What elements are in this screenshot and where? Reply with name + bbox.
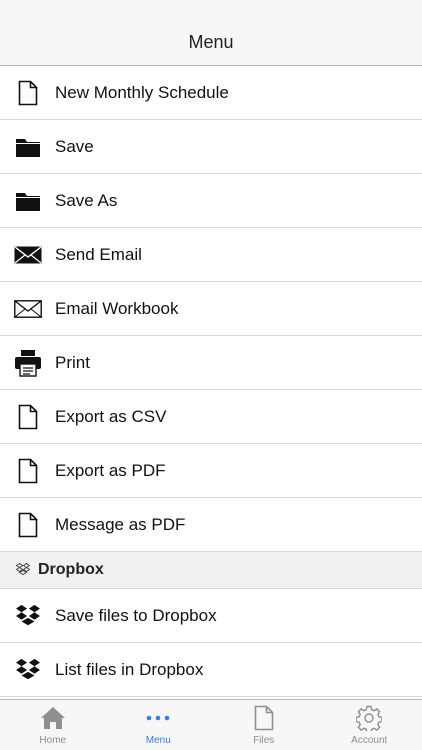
menu-item-save-to-dropbox[interactable]: Save files to Dropbox (0, 589, 422, 643)
menu-item-message-pdf[interactable]: Message as PDF (0, 498, 422, 552)
envelope-filled-icon (14, 241, 42, 269)
menu-item-label: Export as PDF (55, 460, 166, 480)
document-icon (14, 79, 42, 107)
page-title: Menu (188, 32, 234, 52)
menu-item-label: Save As (55, 190, 118, 210)
file-icon (254, 704, 274, 732)
dropbox-icon (16, 563, 30, 577)
menu-list: New Monthly Schedule Save Save As Send E… (0, 66, 422, 697)
gear-icon (356, 704, 383, 732)
menu-item-label: Save files to Dropbox (55, 605, 217, 625)
menu-item-label: Save (55, 136, 94, 156)
menu-item-label: Email Workbook (55, 298, 179, 318)
menu-item-list-dropbox[interactable]: List files in Dropbox (0, 643, 422, 697)
tab-label: Account (351, 735, 388, 746)
document-icon (14, 511, 42, 539)
menu-item-label: Print (55, 352, 90, 372)
menu-item-label: Send Email (55, 244, 142, 264)
dropbox-icon (14, 656, 42, 684)
folder-icon (14, 133, 42, 161)
document-icon (14, 457, 42, 485)
dropbox-icon (14, 602, 42, 630)
menu-item-save-as[interactable]: Save As (0, 174, 422, 228)
menu-item-label: Export as CSV (55, 406, 167, 426)
menu-item-email-workbook[interactable]: Email Workbook (0, 282, 422, 336)
folder-icon (14, 187, 42, 215)
menu-item-label: New Monthly Schedule (55, 82, 229, 102)
section-title: Dropbox (38, 561, 104, 578)
menu-item-print[interactable]: Print (0, 336, 422, 390)
tab-files[interactable]: Files (211, 700, 317, 750)
more-dots-icon (145, 704, 171, 732)
menu-item-label: List files in Dropbox (55, 659, 204, 679)
document-icon (14, 403, 42, 431)
menu-item-export-pdf[interactable]: Export as PDF (0, 444, 422, 498)
tab-label: Home (39, 735, 67, 746)
tab-bar: Home Menu Files Account (0, 699, 422, 750)
menu-item-new-monthly-schedule[interactable]: New Monthly Schedule (0, 66, 422, 120)
tab-home[interactable]: Home (0, 700, 106, 750)
home-icon (40, 704, 66, 732)
menu-item-send-email[interactable]: Send Email (0, 228, 422, 282)
tab-account[interactable]: Account (317, 700, 422, 750)
tab-menu[interactable]: Menu (106, 700, 212, 750)
menu-item-export-csv[interactable]: Export as CSV (0, 390, 422, 444)
section-header-dropbox: Dropbox (0, 552, 422, 589)
navigation-bar: Menu (0, 0, 422, 66)
envelope-outline-icon (14, 295, 42, 323)
tab-label: Files (253, 735, 275, 746)
tab-label: Menu (145, 735, 171, 746)
menu-item-save[interactable]: Save (0, 120, 422, 174)
printer-icon (14, 349, 42, 377)
menu-item-label: Message as PDF (55, 514, 186, 534)
